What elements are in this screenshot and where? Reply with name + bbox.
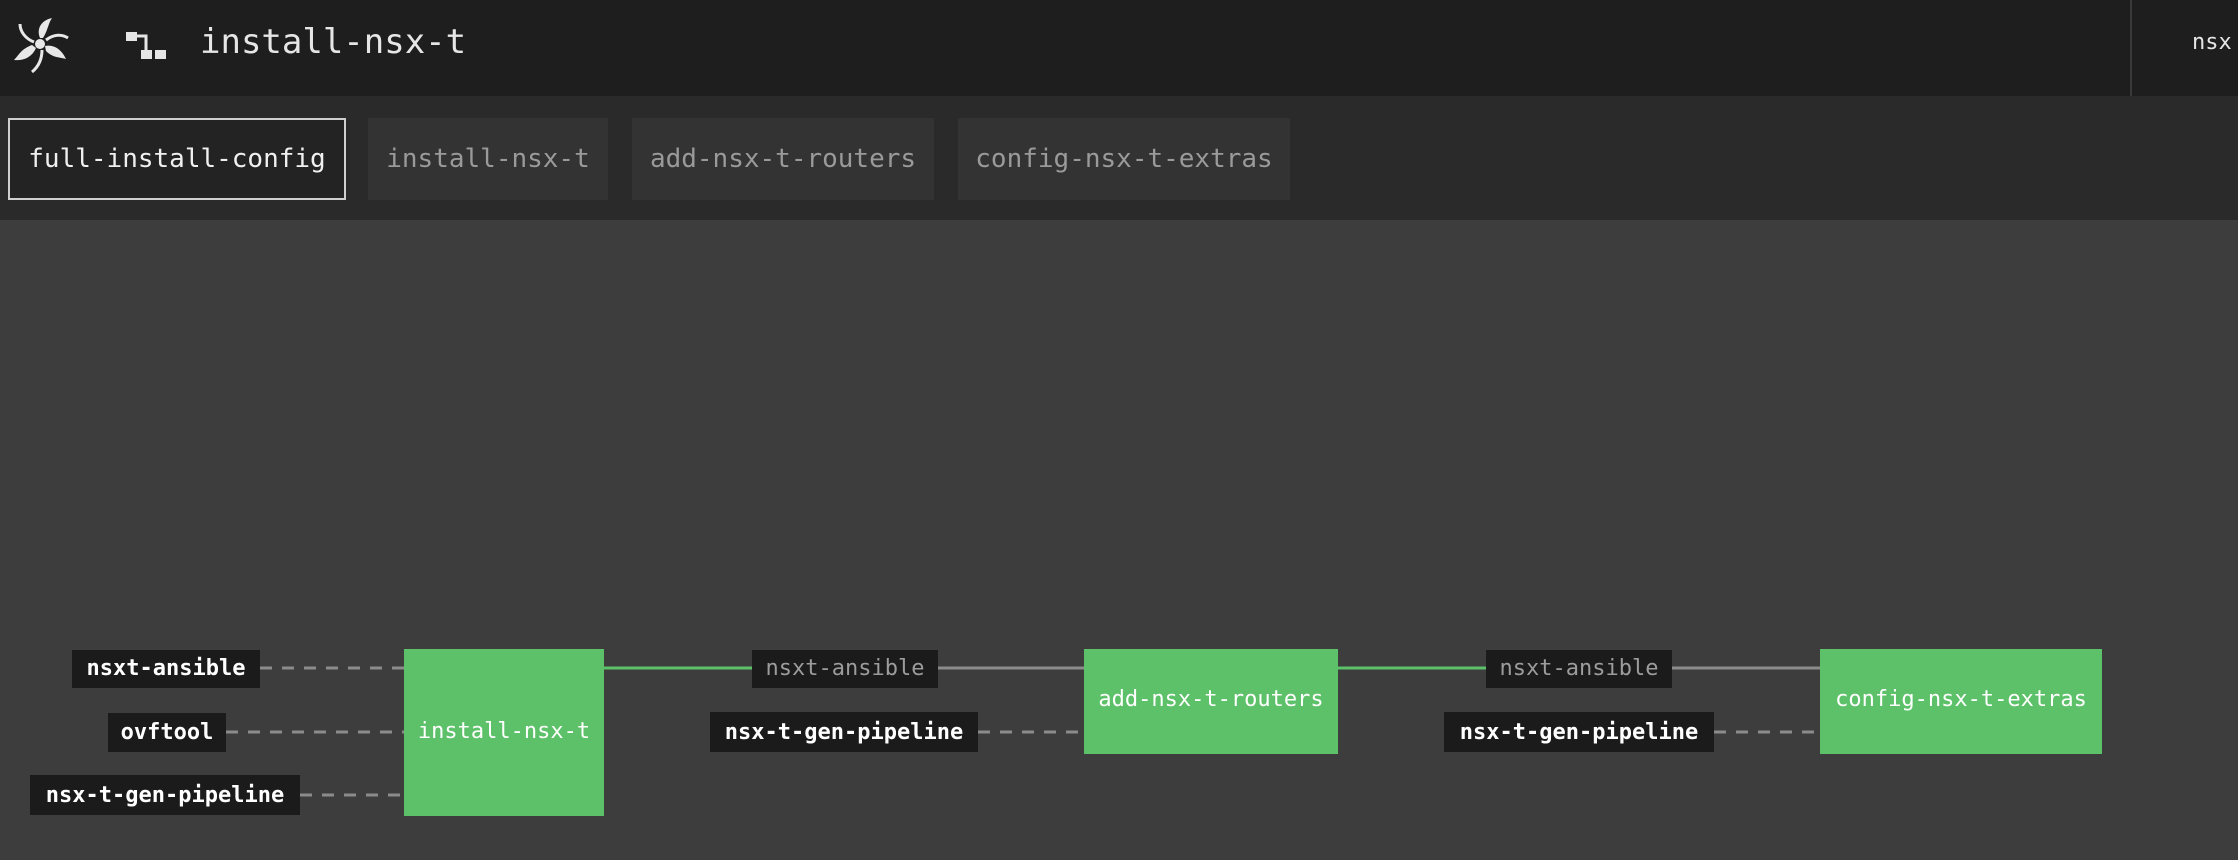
resource-label: nsxt-ansible bbox=[1500, 656, 1659, 681]
resource-label: nsxt-ansible bbox=[766, 656, 925, 681]
job-label: config-nsx-t-extras bbox=[1835, 687, 2087, 712]
job-install-nsx-t[interactable]: install-nsx-t bbox=[404, 649, 604, 816]
resource-label: nsx-t-gen-pipeline bbox=[725, 720, 963, 745]
resource-nsx-t-gen-pipeline[interactable]: nsx-t-gen-pipeline bbox=[710, 712, 978, 752]
resource-label: nsx-t-gen-pipeline bbox=[1460, 720, 1698, 745]
resource-nsx-t-gen-pipeline[interactable]: nsx-t-gen-pipeline bbox=[30, 775, 300, 815]
resource-ovftool[interactable]: ovftool bbox=[108, 713, 226, 752]
resource-label: ovftool bbox=[121, 720, 214, 745]
resource-nsxt-ansible-passed[interactable]: nsxt-ansible bbox=[1486, 650, 1672, 688]
resource-nsxt-ansible-passed[interactable]: nsxt-ansible bbox=[752, 650, 938, 688]
pipeline-graph: nsxt-ansible ovftool nsx-t-gen-pipeline … bbox=[30, 649, 2102, 816]
job-add-nsx-t-routers[interactable]: add-nsx-t-routers bbox=[1084, 649, 1338, 754]
resource-label: nsx-t-gen-pipeline bbox=[46, 783, 284, 808]
resource-nsx-t-gen-pipeline[interactable]: nsx-t-gen-pipeline bbox=[1444, 712, 1714, 752]
job-label: add-nsx-t-routers bbox=[1098, 687, 1323, 712]
resource-label: nsxt-ansible bbox=[87, 656, 246, 681]
job-label: install-nsx-t bbox=[418, 719, 590, 744]
resource-nsxt-ansible[interactable]: nsxt-ansible bbox=[72, 650, 260, 688]
job-config-nsx-t-extras[interactable]: config-nsx-t-extras bbox=[1820, 649, 2102, 754]
